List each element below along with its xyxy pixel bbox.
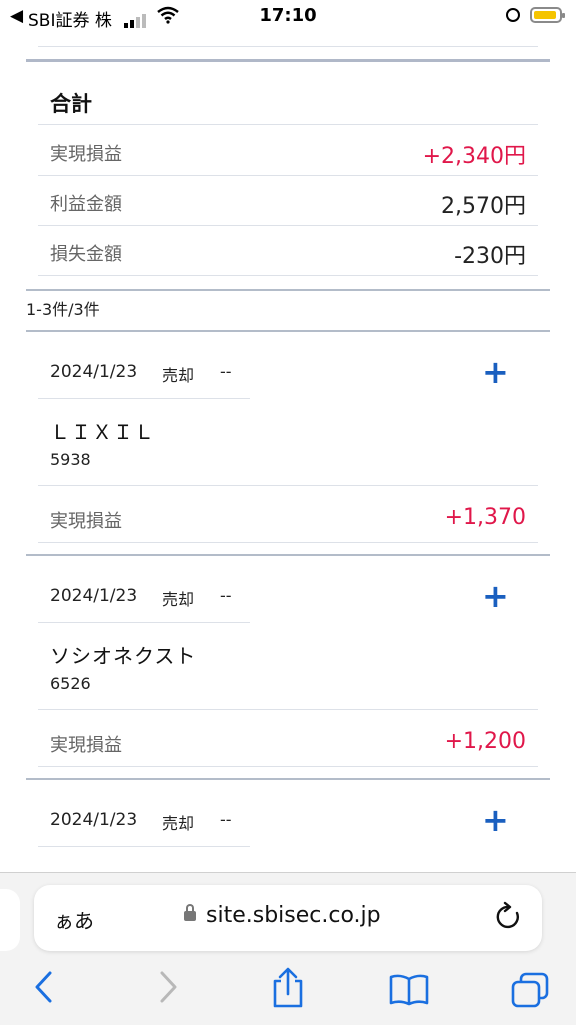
- divider: [38, 846, 250, 847]
- trade-pl-label: 実現損益: [50, 735, 122, 756]
- expand-plus-icon[interactable]: +: [482, 804, 509, 836]
- section-divider: [26, 330, 550, 332]
- stock-code: 6526: [50, 674, 91, 693]
- trade-type: 売却: [162, 814, 195, 833]
- page-content: 合計 実現損益 +2,340円 利益金額 2,570円 損失金額 -230円 1…: [0, 0, 576, 1024]
- trade-type: 売却: [162, 366, 195, 385]
- tabs-icon[interactable]: [510, 971, 550, 1009]
- trade-extra: --: [220, 810, 232, 829]
- trade-type: 売却: [162, 590, 195, 609]
- share-icon[interactable]: [270, 967, 306, 1009]
- summary-title: 合計: [50, 92, 92, 116]
- browser-toolbar: ぁあ site.sbisec.co.jp: [0, 872, 576, 1025]
- summary-label-realized: 実現損益: [50, 144, 122, 165]
- section-divider: [26, 554, 550, 556]
- divider: [38, 622, 250, 623]
- previous-tab-preview[interactable]: [0, 889, 20, 951]
- divider: [38, 175, 538, 176]
- address-bar[interactable]: ぁあ site.sbisec.co.jp: [34, 885, 542, 951]
- summary-value-loss: -230円: [454, 244, 526, 269]
- trade-pl-value: +1,370: [444, 505, 526, 530]
- result-count: 1-3件/3件: [26, 300, 100, 319]
- divider: [38, 542, 538, 543]
- divider: [38, 766, 538, 767]
- trade-date: 2024/1/23: [50, 810, 138, 830]
- divider: [38, 398, 250, 399]
- summary-value-profit: 2,570円: [441, 194, 526, 219]
- divider: [38, 275, 538, 276]
- clock: 17:10: [259, 5, 317, 26]
- stock-name[interactable]: ＬＩＸＩＬ: [50, 416, 155, 445]
- trade-extra: --: [220, 586, 232, 605]
- trade-date: 2024/1/23: [50, 362, 138, 382]
- battery-icon: [530, 7, 565, 23]
- summary-label-profit: 利益金額: [50, 194, 122, 215]
- trade-extra: --: [220, 362, 232, 381]
- stock-code: 5938: [50, 450, 91, 469]
- bookmarks-icon[interactable]: [388, 973, 430, 1007]
- divider: [38, 709, 538, 710]
- trade-pl-label: 実現損益: [50, 511, 122, 532]
- expand-plus-icon[interactable]: +: [482, 356, 509, 388]
- divider: [38, 124, 538, 125]
- summary-value-realized: +2,340円: [422, 144, 526, 169]
- status-bar: ◀ SBI証券 株 17:10: [0, 0, 576, 34]
- forward-icon[interactable]: [154, 969, 182, 1005]
- reader-options-button[interactable]: ぁあ: [54, 905, 94, 934]
- stock-name[interactable]: ソシオネクスト: [50, 640, 196, 669]
- summary-label-loss: 損失金額: [50, 244, 122, 265]
- trade-date: 2024/1/23: [50, 586, 138, 606]
- expand-plus-icon[interactable]: +: [482, 580, 509, 612]
- divider: [38, 225, 538, 226]
- reload-icon[interactable]: [494, 901, 524, 933]
- section-divider: [26, 289, 550, 291]
- divider: [38, 485, 538, 486]
- lock-icon: [184, 904, 196, 921]
- divider: [38, 46, 538, 47]
- back-icon[interactable]: [30, 969, 58, 1005]
- trade-pl-value: +1,200: [444, 729, 526, 754]
- url-text[interactable]: site.sbisec.co.jp: [206, 903, 381, 928]
- orientation-lock-icon: [506, 8, 520, 22]
- section-divider: [26, 778, 550, 780]
- section-divider: [26, 59, 550, 62]
